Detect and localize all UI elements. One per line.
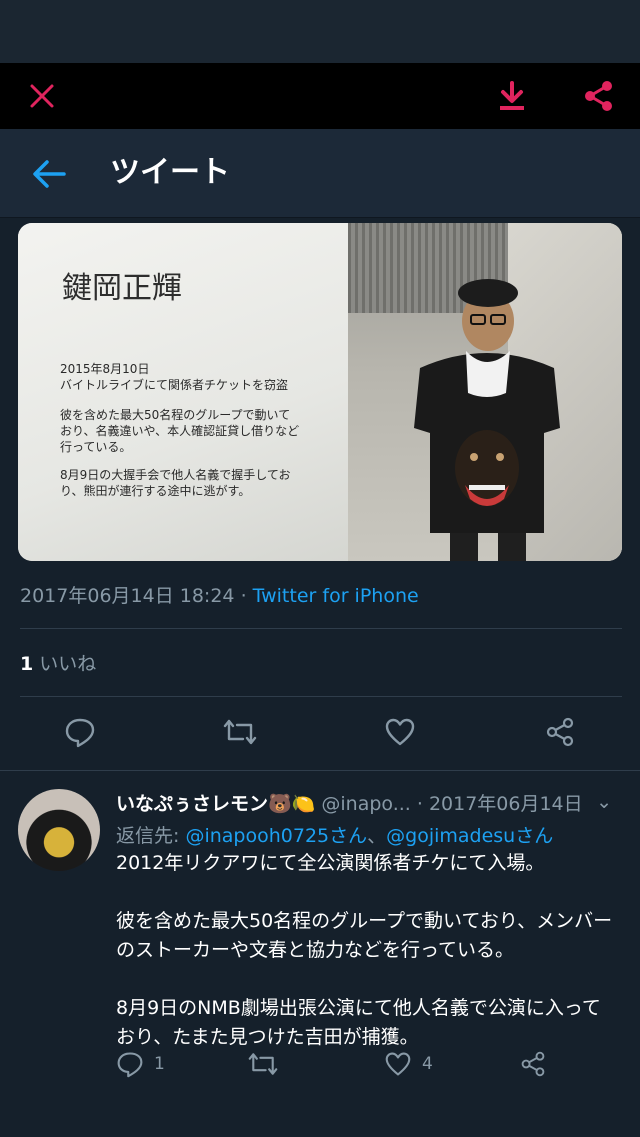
reply-header: いなぷぅさレモン🐻🍋 @inapo... · 2017年06月14日 ⌄ xyxy=(116,789,626,816)
like-icon xyxy=(385,1052,411,1076)
download-icon[interactable] xyxy=(491,75,533,117)
likes-count[interactable]: 1 いいね xyxy=(20,649,96,676)
reply-reply-button[interactable]: 1 xyxy=(116,1047,165,1081)
reply-paragraph: 8月9日のNMB劇場出張公演にて他人名義で公演に入っており、たまた見つけた吉田が… xyxy=(116,997,601,1048)
tweet-source-link[interactable]: Twitter for iPhone xyxy=(253,585,419,607)
reply-icon xyxy=(117,1052,143,1078)
image-paragraph-1: 2015年8月10日 バイトルライブにて関係者チケットを窃盗 xyxy=(60,362,289,392)
meta-separator: · xyxy=(240,585,247,607)
page-title: ツイート xyxy=(110,155,230,190)
divider xyxy=(20,696,622,697)
avatar[interactable] xyxy=(18,789,100,871)
share-tweet-icon[interactable] xyxy=(540,712,580,752)
app-header: ツイート xyxy=(0,129,640,218)
retweet-icon xyxy=(248,1053,278,1075)
mention-joiner: 、 xyxy=(367,825,387,847)
reply-to-line: 返信先: @inapooh0725さん、@gojimadesuさん xyxy=(116,821,553,848)
share-icon[interactable] xyxy=(578,75,620,117)
like-icon[interactable] xyxy=(380,712,420,752)
tweet-image[interactable]: 鍵岡正輝 2015年8月10日 バイトルライブにて関係者チケットを窃盗 彼を含め… xyxy=(18,223,622,561)
media-viewer-toolbar xyxy=(0,63,640,129)
reply-to-prefix: 返信先: xyxy=(116,825,186,847)
chevron-down-icon[interactable]: ⌄ xyxy=(596,791,612,813)
likes-number: 1 xyxy=(20,653,34,675)
reply-share-button[interactable] xyxy=(520,1047,546,1081)
reply-tweet[interactable]: いなぷぅさレモン🐻🍋 @inapo... · 2017年06月14日 ⌄ 返信先… xyxy=(0,770,640,1137)
like-count: 4 xyxy=(422,1054,433,1074)
likes-label: いいね xyxy=(39,653,97,675)
reply-paragraph: 彼を含めた最大50名程のグループで動いており、メンバーのストーカーや文春と協力な… xyxy=(116,910,613,961)
close-icon[interactable] xyxy=(21,75,63,117)
share-tweet-icon xyxy=(521,1051,545,1077)
image-paragraph-2: 彼を含めた最大50名程のグループで動いて おり、名義違いや、本人確認証貸し借りな… xyxy=(60,408,300,454)
reply-like-button[interactable]: 4 xyxy=(384,1047,433,1081)
tweet-timestamp: 2017年06月14日 18:24 xyxy=(20,585,235,607)
back-arrow-icon[interactable] xyxy=(26,151,72,197)
status-area xyxy=(0,0,640,63)
tweet-meta: 2017年06月14日 18:24 · Twitter for iPhone xyxy=(20,581,419,608)
reply-count: 1 xyxy=(154,1054,165,1074)
retweet-icon[interactable] xyxy=(220,712,260,752)
reply-icon[interactable] xyxy=(60,712,100,752)
mention-link[interactable]: @gojimadesuさん xyxy=(386,825,553,847)
reply-date: · 2017年06月14日 xyxy=(416,793,583,815)
reply-display-name[interactable]: いなぷぅさレモン🐻🍋 xyxy=(116,793,315,815)
reply-body: 2012年リクアワにて全公演関係者チケにて入場。 彼を含めた最大50名程のグルー… xyxy=(116,849,616,1052)
tweet-action-bar xyxy=(0,708,640,758)
divider xyxy=(20,628,622,629)
reply-paragraph: 2012年リクアワにて全公演関係者チケにて入場。 xyxy=(116,852,545,874)
image-paper: 鍵岡正輝 2015年8月10日 バイトルライブにて関係者チケットを窃盗 彼を含め… xyxy=(18,223,348,561)
image-photo xyxy=(348,223,622,561)
reply-handle: @inapo... xyxy=(321,793,411,815)
person-figure xyxy=(414,279,560,561)
reply-action-bar: 1 4 xyxy=(0,1047,640,1087)
image-name-text: 鍵岡正輝 xyxy=(62,271,182,306)
reply-retweet-button[interactable] xyxy=(248,1047,278,1081)
mention-link[interactable]: @inapooh0725さん xyxy=(185,825,367,847)
image-paragraph-3: 8月9日の大握手会で他人名義で握手してお り、熊田が連行する途中に逃がす。 xyxy=(60,468,291,498)
